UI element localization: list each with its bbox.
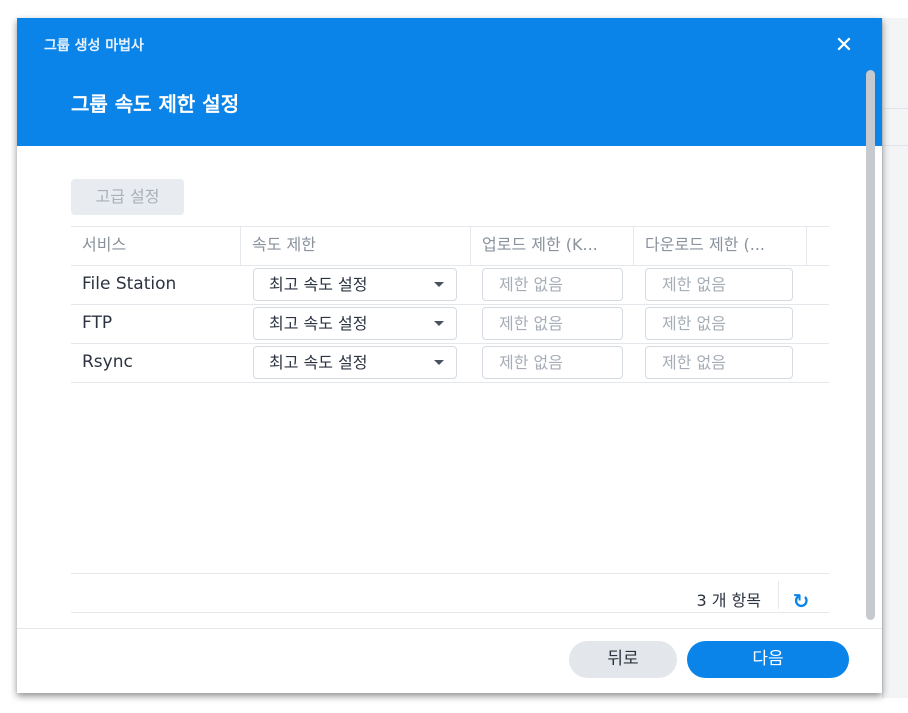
speed-limit-value: 최고 속도 설정: [269, 353, 368, 372]
column-header-upload-limit[interactable]: 업로드 제한 (K...: [482, 226, 630, 265]
step-title: 그룹 속도 제한 설정: [71, 92, 240, 116]
back-button[interactable]: 뒤로: [569, 641, 677, 678]
caret-down-icon: [434, 282, 444, 287]
caret-down-icon: [434, 360, 444, 365]
group-wizard-dialog: 그룹 생성 마법사 ✕ 그룹 속도 제한 설정 고급 설정 서비스 속도 제한 …: [17, 18, 882, 693]
column-header-download-limit[interactable]: 다운로드 제한 (...: [645, 226, 807, 265]
next-button[interactable]: 다음: [687, 641, 849, 678]
column-header-speed-limit[interactable]: 속도 제한: [252, 226, 462, 265]
close-icon[interactable]: ✕: [829, 31, 859, 61]
item-count: 3 개 항목: [696, 591, 761, 610]
footer-divider: [778, 581, 779, 609]
download-limit-input[interactable]: [645, 307, 793, 340]
speed-limit-select[interactable]: 최고 속도 설정: [253, 346, 457, 379]
scrollbar[interactable]: [866, 70, 875, 620]
upload-limit-input[interactable]: [482, 346, 623, 379]
dialog-header: 그룹 생성 마법사 ✕ 그룹 속도 제한 설정: [17, 18, 882, 146]
speed-limit-value: 최고 속도 설정: [269, 275, 368, 294]
speed-limit-value: 최고 속도 설정: [269, 314, 368, 333]
speed-limit-table: 서비스 속도 제한 업로드 제한 (K... 다운로드 제한 (... File…: [71, 226, 829, 613]
advanced-settings-button[interactable]: 고급 설정: [71, 179, 184, 215]
service-name: FTP: [82, 313, 113, 333]
download-limit-input[interactable]: [645, 346, 793, 379]
service-name: Rsync: [82, 352, 133, 372]
column-header-service[interactable]: 서비스: [82, 226, 232, 265]
speed-limit-select[interactable]: 최고 속도 설정: [253, 307, 457, 340]
wizard-title: 그룹 생성 마법사: [44, 38, 144, 54]
footer-divider-line: [17, 628, 882, 629]
upload-limit-input[interactable]: [482, 307, 623, 340]
background-window-edge: [882, 18, 908, 698]
refresh-icon[interactable]: ↻: [789, 590, 813, 614]
download-limit-input[interactable]: [645, 268, 793, 301]
upload-limit-input[interactable]: [482, 268, 623, 301]
service-name: File Station: [82, 274, 177, 294]
caret-down-icon: [434, 321, 444, 326]
speed-limit-select[interactable]: 최고 속도 설정: [253, 268, 457, 301]
